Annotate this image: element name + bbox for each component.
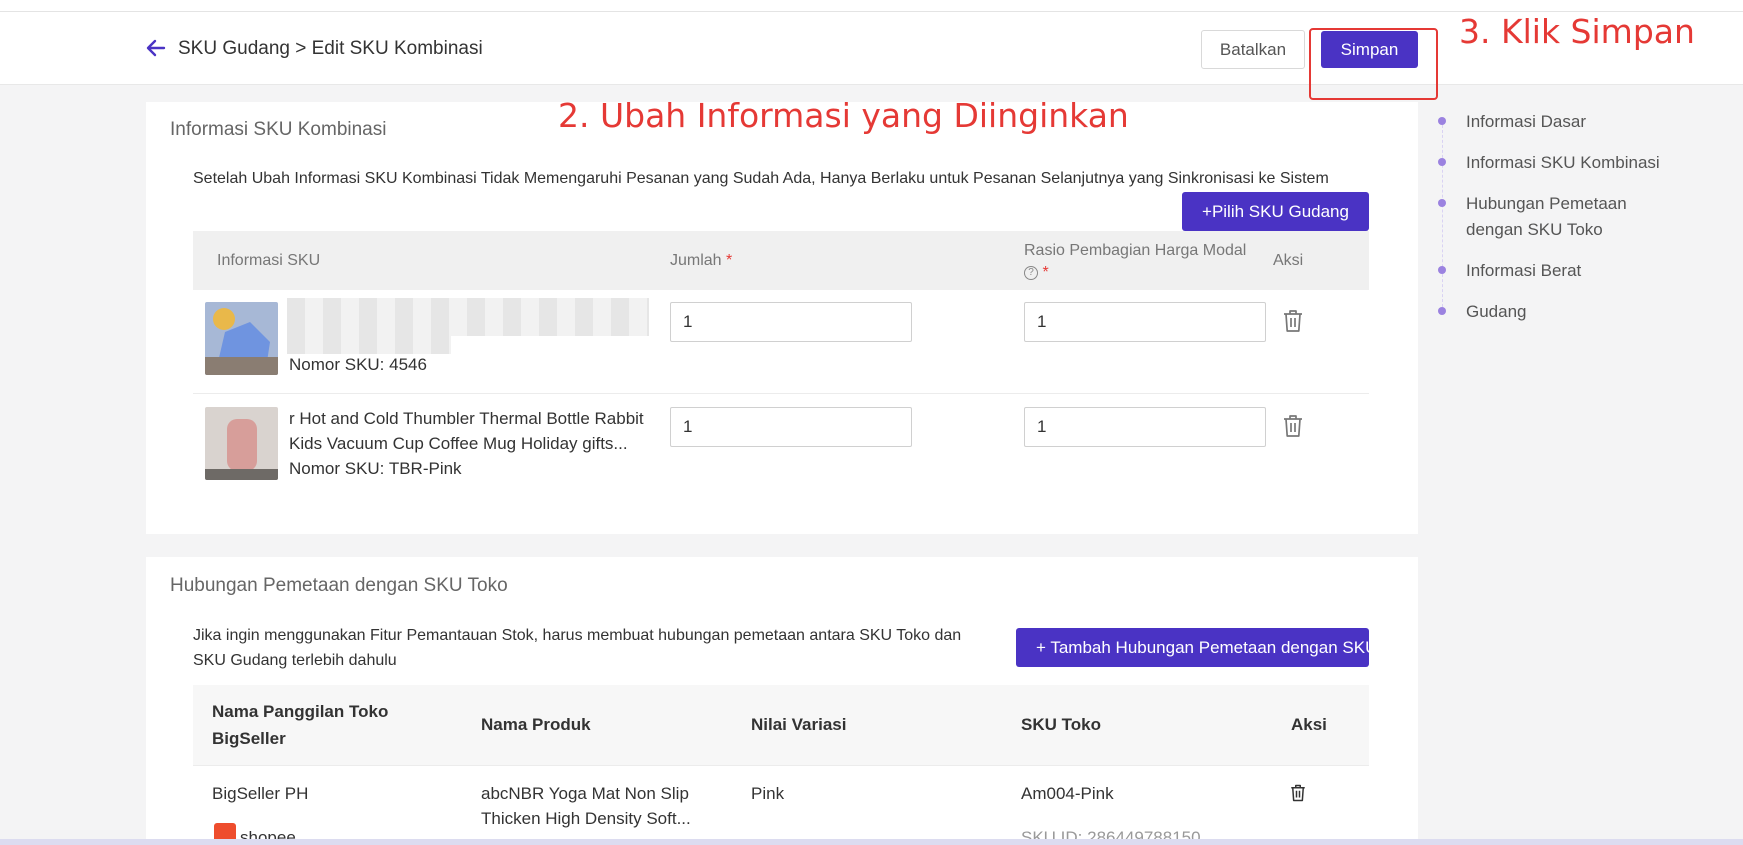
qty-input[interactable] bbox=[670, 302, 912, 342]
trash-icon[interactable] bbox=[1281, 413, 1305, 439]
arrow-left-icon[interactable] bbox=[144, 36, 168, 60]
qty-input[interactable] bbox=[670, 407, 912, 447]
nav-dot bbox=[1438, 266, 1446, 274]
pick-warehouse-sku-button[interactable]: +Pilih SKU Gudang bbox=[1182, 192, 1369, 231]
col-action: Aksi bbox=[1291, 715, 1327, 734]
required-mark: * bbox=[726, 252, 733, 269]
nav-dot bbox=[1438, 117, 1446, 125]
mapping-card: Hubungan Pemetaan dengan SKU Toko Jika i… bbox=[146, 557, 1418, 845]
top-strip bbox=[0, 0, 1743, 12]
trash-icon[interactable] bbox=[1281, 308, 1305, 334]
col-ratio-label: Rasio Pembagian Harga Modal bbox=[1024, 242, 1247, 259]
nav-item-weight[interactable]: Informasi Berat bbox=[1466, 258, 1581, 284]
mapping-note-line1: Jika ingin menggunakan Fitur Pemantauan … bbox=[193, 627, 962, 644]
nav-item-mapping-line1: Hubungan Pemetaan bbox=[1466, 194, 1627, 213]
ratio-input[interactable] bbox=[1024, 407, 1266, 447]
help-icon[interactable]: ? bbox=[1024, 265, 1038, 280]
row-divider bbox=[193, 765, 1369, 766]
col-store-line1: Nama Panggilan Toko bbox=[212, 702, 389, 721]
store-sku-value: Am004-Pink bbox=[1021, 784, 1114, 803]
nav-item-mapping-line2: dengan SKU Toko bbox=[1466, 220, 1603, 239]
col-store-line2: BigSeller bbox=[212, 729, 286, 748]
cancel-button[interactable]: Batalkan bbox=[1201, 30, 1305, 69]
product-thumbnail bbox=[205, 407, 278, 480]
store-name: BigSeller PH bbox=[212, 784, 309, 803]
combo-sku-card: Informasi SKU Kombinasi Setelah Ubah Inf… bbox=[146, 102, 1418, 534]
sku-number: Nomor SKU: 4546 bbox=[289, 355, 427, 374]
col-qty-label: Jumlah bbox=[670, 252, 722, 269]
annotation-step2: 2. Ubah Informasi yang Diinginkan bbox=[558, 96, 1129, 135]
nav-item-basic-info[interactable]: Informasi Dasar bbox=[1466, 109, 1586, 135]
combo-note: Setelah Ubah Informasi SKU Kombinasi Tid… bbox=[193, 170, 1329, 187]
col-sku-info: Informasi SKU bbox=[217, 252, 321, 269]
col-product-name: Nama Produk bbox=[481, 715, 591, 734]
product-name-line1: r Hot and Cold Thumbler Thermal Bottle R… bbox=[289, 409, 644, 428]
add-mapping-button[interactable]: + Tambah Hubungan Pemetaan dengan SKU To… bbox=[1016, 628, 1369, 667]
sku-number: Nomor SKU: TBR-Pink bbox=[289, 459, 462, 478]
product-name-line2: Thicken High Density Soft... bbox=[481, 809, 691, 828]
save-highlight-box bbox=[1309, 28, 1438, 100]
variation-value: Pink bbox=[751, 784, 785, 803]
nav-item-mapping[interactable]: Hubungan Pemetaan dengan SKU Toko bbox=[1466, 191, 1627, 243]
annotation-step3: 3. Klik Simpan bbox=[1459, 12, 1695, 51]
nav-dot bbox=[1438, 307, 1446, 315]
col-ratio: Rasio Pembagian Harga Modal? * bbox=[1024, 240, 1246, 284]
bottom-scroll-strip bbox=[0, 839, 1743, 845]
combo-section-title: Informasi SKU Kombinasi bbox=[170, 119, 387, 140]
nav-item-combo-sku[interactable]: Informasi SKU Kombinasi bbox=[1466, 150, 1660, 176]
trash-icon[interactable] bbox=[1289, 783, 1307, 803]
col-variation: Nilai Variasi bbox=[751, 715, 847, 734]
product-name-line2: Kids Vacuum Cup Coffee Mug Holiday gifts… bbox=[289, 434, 628, 453]
product-name-line1: abcNBR Yoga Mat Non Slip bbox=[481, 784, 689, 803]
col-store-name: Nama Panggilan Toko BigSeller bbox=[212, 698, 388, 752]
nav-dot bbox=[1438, 158, 1446, 166]
nav-dot bbox=[1438, 199, 1446, 207]
breadcrumb: SKU Gudang > Edit SKU Kombinasi bbox=[178, 38, 483, 59]
col-qty: Jumlah * bbox=[670, 252, 732, 270]
mapping-note-line2: SKU Gudang terlebih dahulu bbox=[193, 652, 397, 669]
blurred-product-name bbox=[287, 298, 649, 336]
nav-item-warehouse[interactable]: Gudang bbox=[1466, 299, 1527, 325]
required-mark: * bbox=[1042, 264, 1049, 281]
row-divider bbox=[193, 393, 1369, 394]
product-thumbnail bbox=[205, 302, 278, 375]
ratio-input[interactable] bbox=[1024, 302, 1266, 342]
col-store-sku: SKU Toko bbox=[1021, 715, 1101, 734]
nav-track bbox=[1442, 120, 1443, 312]
mapping-section-title: Hubungan Pemetaan dengan SKU Toko bbox=[170, 575, 508, 596]
col-action: Aksi bbox=[1273, 252, 1304, 269]
